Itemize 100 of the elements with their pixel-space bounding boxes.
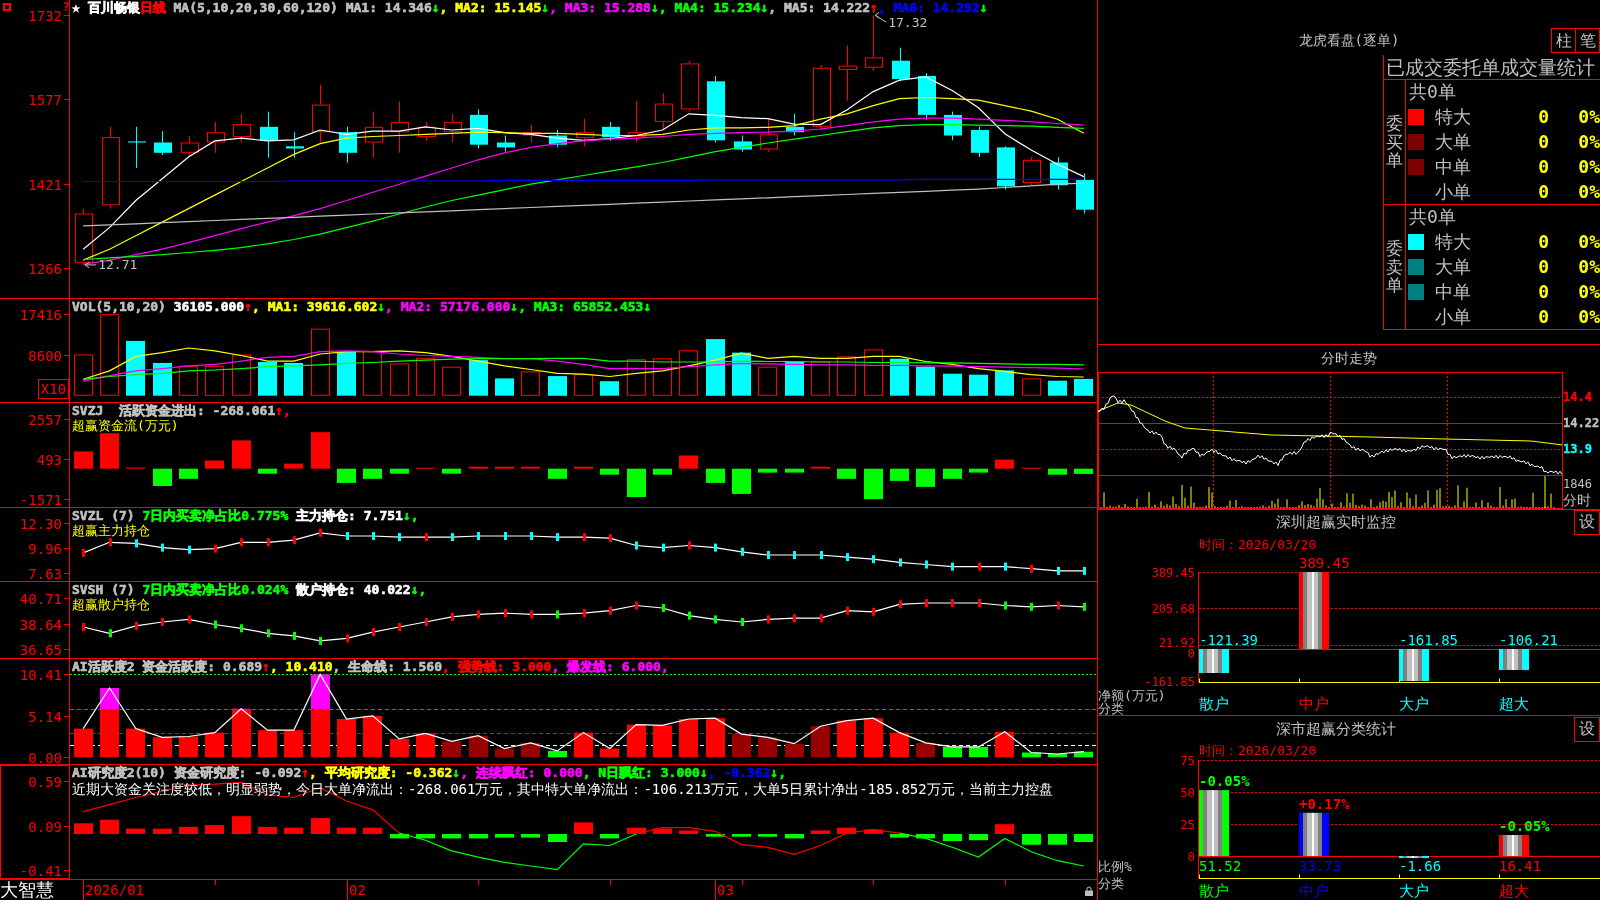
chart-bar bbox=[284, 827, 303, 834]
chart-bar bbox=[363, 827, 382, 834]
point-marker bbox=[767, 551, 770, 559]
point-marker bbox=[398, 623, 401, 631]
group-label: 委卖单 bbox=[1386, 238, 1403, 296]
chart-bar bbox=[179, 468, 198, 479]
chart-bar bbox=[785, 361, 804, 396]
order-total: 共0单 bbox=[1409, 80, 1456, 104]
chart-bar bbox=[706, 468, 725, 483]
axis-title: 比例% bbox=[1098, 858, 1132, 874]
chart-legend: SVSH (7) 7日内买卖净占比0.024% 散户持仓: 40.022↓, bbox=[72, 582, 427, 597]
chart-bar bbox=[600, 834, 619, 839]
order-share: 0% bbox=[1578, 131, 1600, 152]
settings-button[interactable]: 设 bbox=[1574, 716, 1600, 742]
chart-bar bbox=[311, 709, 330, 758]
point-marker bbox=[609, 606, 612, 615]
arrow-icon bbox=[874, 11, 887, 23]
chart-bar bbox=[126, 728, 145, 758]
chart-bar bbox=[890, 468, 909, 481]
point-marker bbox=[846, 606, 849, 615]
point-marker bbox=[530, 610, 533, 619]
chart-bar bbox=[1048, 834, 1067, 845]
chart-bar bbox=[574, 374, 593, 396]
chart-bar bbox=[864, 468, 883, 500]
chart-bar bbox=[442, 468, 461, 474]
axis-label: 7.63 bbox=[28, 565, 62, 581]
candle bbox=[128, 126, 146, 169]
point-marker bbox=[793, 551, 796, 559]
chart-bar bbox=[627, 827, 646, 834]
chart-bar bbox=[916, 742, 935, 758]
point-marker bbox=[346, 634, 349, 643]
candle bbox=[1023, 156, 1041, 186]
chart-bar bbox=[995, 824, 1014, 834]
price-label: 13.9 bbox=[1563, 441, 1592, 458]
point-marker bbox=[1057, 566, 1060, 575]
help-button[interactable]: ? bbox=[62, 0, 70, 14]
chart-bar bbox=[469, 466, 488, 469]
chart-bar bbox=[574, 466, 593, 469]
point-marker bbox=[82, 548, 85, 557]
chart-bar bbox=[785, 743, 804, 758]
axis-label: 0.00 bbox=[28, 749, 62, 764]
settings-button[interactable]: 设 bbox=[1574, 510, 1600, 535]
axis-label: 2557 bbox=[28, 411, 62, 428]
chart-bar bbox=[732, 834, 751, 837]
chart-bar bbox=[943, 746, 962, 758]
order-size-label: 大单 bbox=[1435, 129, 1472, 154]
point-marker bbox=[820, 551, 823, 559]
date-label: 2026/01 bbox=[85, 881, 144, 899]
data-label: 51.52 bbox=[1199, 858, 1242, 874]
view-toggle-button[interactable]: 柱 bbox=[1551, 28, 1576, 53]
chart-bar bbox=[653, 828, 672, 834]
axis-label: 75 bbox=[1180, 753, 1195, 768]
order-total: 共0单 bbox=[1409, 205, 1456, 229]
chart-bar bbox=[179, 826, 198, 834]
order-share: 0% bbox=[1578, 256, 1600, 277]
view-toggle-button[interactable]: 笔 bbox=[1576, 28, 1600, 53]
category-label: 超大 bbox=[1499, 882, 1529, 900]
candle bbox=[549, 129, 567, 148]
candle bbox=[75, 208, 93, 266]
change-label: +0.17% bbox=[1299, 795, 1350, 812]
point-marker bbox=[267, 538, 270, 547]
candle bbox=[602, 121, 620, 142]
point-marker bbox=[741, 618, 744, 626]
candle bbox=[944, 111, 962, 141]
chart-bar bbox=[258, 826, 277, 834]
point-marker bbox=[583, 609, 586, 618]
indicator-title: 超赢资金流(万元) bbox=[72, 418, 179, 433]
chart-bar bbox=[74, 728, 93, 758]
chart-bar bbox=[916, 366, 935, 396]
order-size-label: 特大 bbox=[1435, 104, 1472, 129]
chart-bar bbox=[1048, 754, 1067, 758]
candle bbox=[365, 111, 383, 159]
chart-bar bbox=[337, 827, 356, 834]
point-marker bbox=[978, 599, 981, 607]
axis-title: 分类 bbox=[1098, 875, 1124, 891]
point-marker bbox=[477, 610, 480, 619]
chart-legend: VOL(5,10,20) 36105.000↑, MA1: 39616.602↓, MA2: 57176.000↓, MA3: 65852.453↓ bbox=[72, 299, 652, 314]
chart-bar bbox=[837, 468, 856, 479]
chart-bar bbox=[232, 816, 251, 834]
point-marker bbox=[556, 610, 559, 619]
chart-bar bbox=[205, 732, 224, 758]
chart-bar bbox=[363, 350, 382, 396]
candle bbox=[734, 135, 752, 153]
candle bbox=[391, 100, 409, 154]
order-share: 0% bbox=[1578, 156, 1600, 177]
unit-label: X10 bbox=[38, 379, 69, 399]
order-count: 0 bbox=[1538, 231, 1549, 252]
point-marker bbox=[240, 624, 243, 633]
axis-label: 389.45 bbox=[1151, 565, 1195, 580]
candle bbox=[312, 84, 330, 143]
axis-label: 12.30 bbox=[19, 515, 62, 532]
chart-bar bbox=[1074, 834, 1093, 842]
chart-bar bbox=[363, 715, 382, 758]
candle bbox=[1076, 172, 1094, 214]
candle bbox=[865, 14, 883, 72]
chart-bar bbox=[995, 459, 1014, 469]
point-marker bbox=[662, 543, 665, 552]
order-share: 0% bbox=[1578, 106, 1600, 127]
chart-bar bbox=[864, 349, 883, 396]
axis-label: 205.68 bbox=[1151, 601, 1195, 616]
